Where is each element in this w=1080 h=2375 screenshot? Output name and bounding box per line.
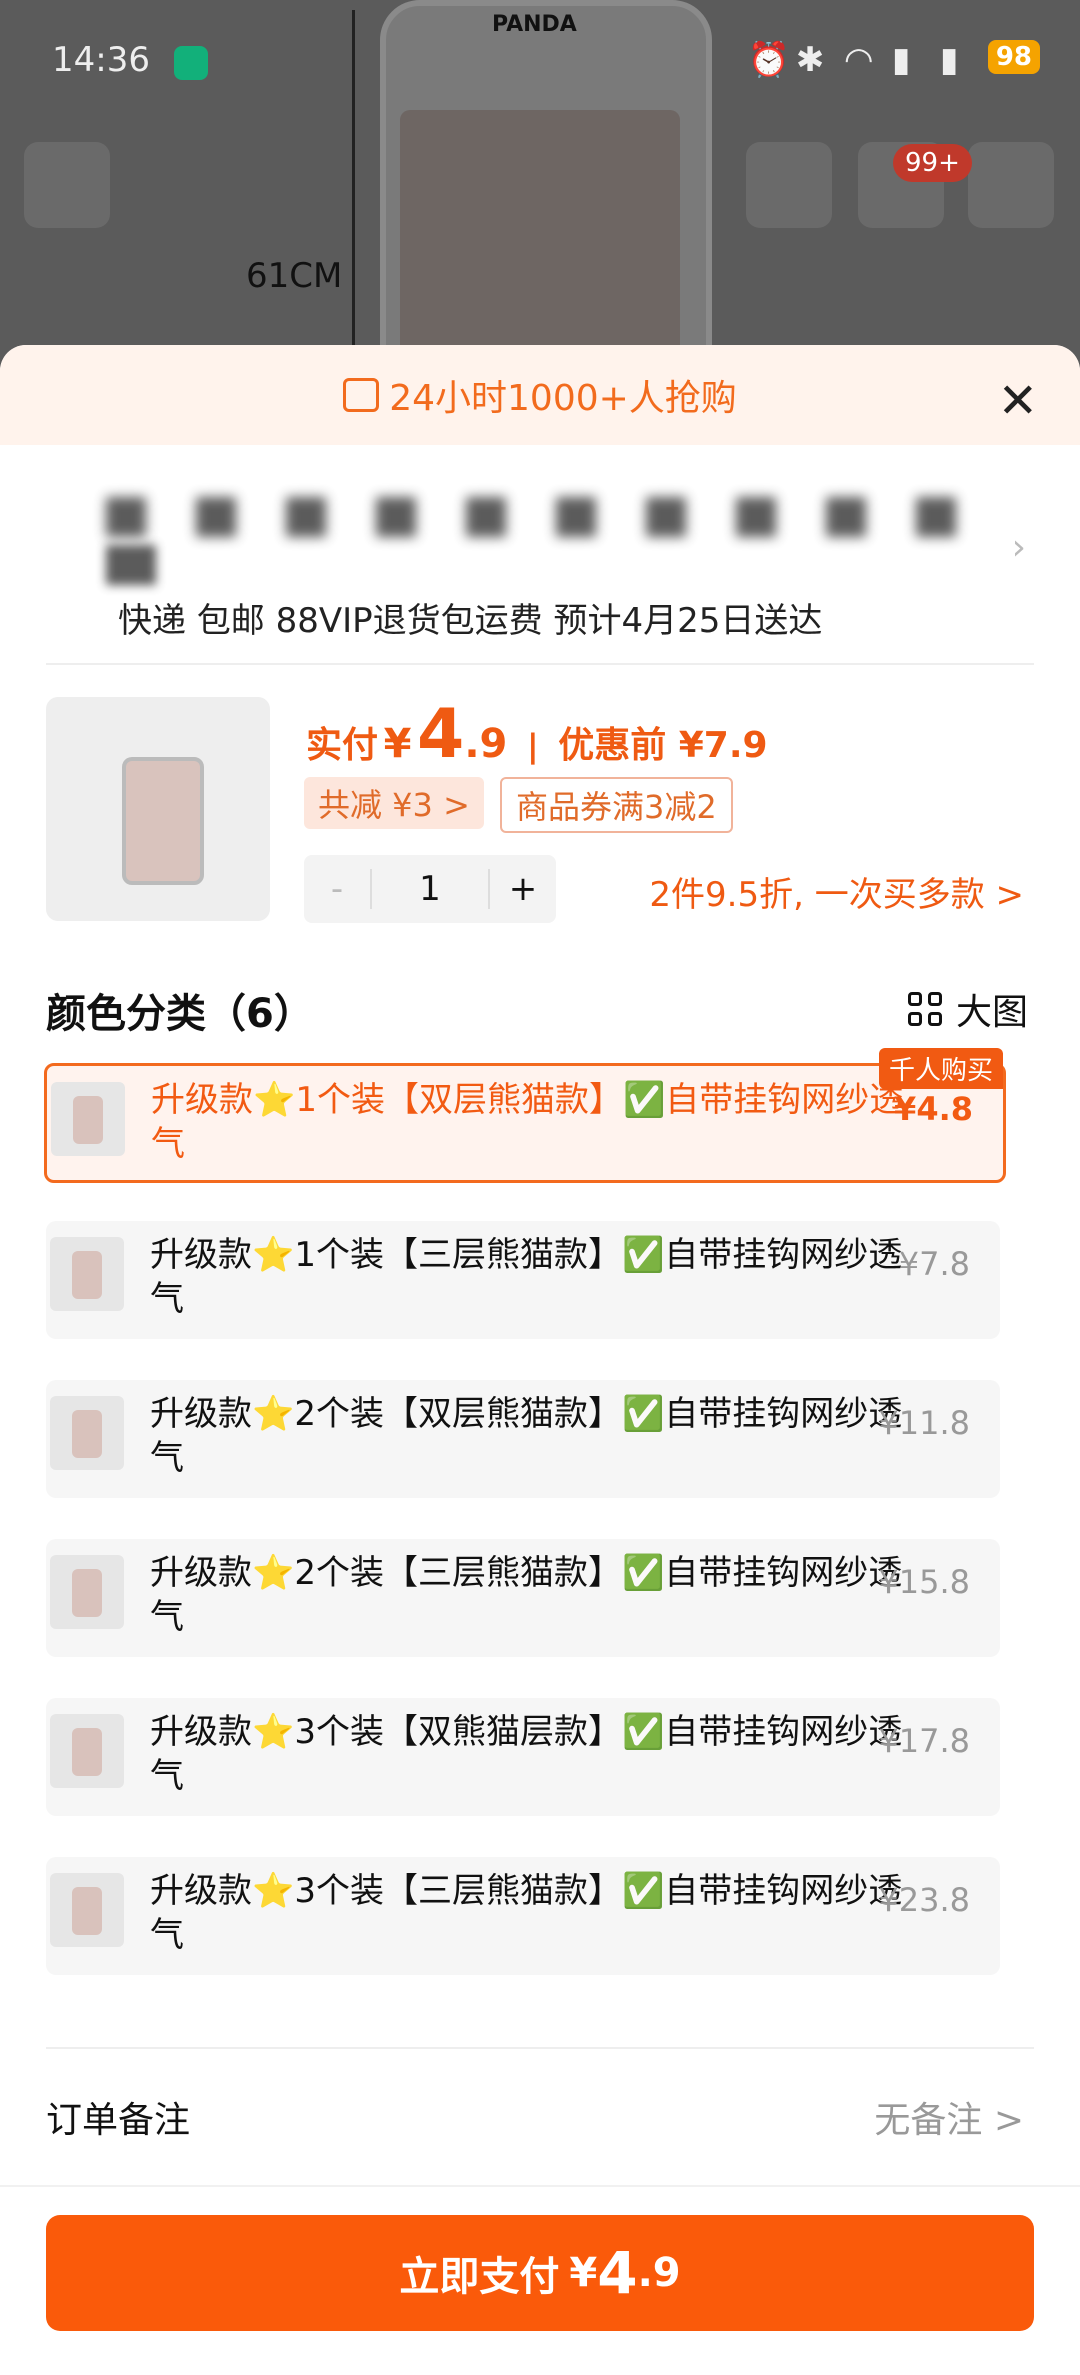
- option-thumbnail: [50, 1237, 124, 1311]
- increase-button[interactable]: +: [490, 869, 556, 909]
- bag-icon: [343, 378, 380, 412]
- coupon-chip: 商品券满3减2: [500, 777, 733, 833]
- original-price: 优惠前 ¥7.9: [558, 725, 768, 766]
- cart-badge: 99+: [893, 144, 972, 182]
- option-item-6[interactable]: 升级款⭐3个装【三层熊猫款】✅自带挂钩网纱透气 ¥23.8: [46, 1857, 1000, 1975]
- discount-chip[interactable]: 共减 ¥3 >: [304, 777, 484, 829]
- sku-sheet: 24小时1000+人抢购 ✕ › 快递 包邮 88VIP退货包运费 预计4月25…: [0, 345, 1080, 2375]
- option-label: 升级款⭐2个装【三层熊猫款】✅自带挂钩网纱透气: [150, 1553, 903, 1637]
- chevron-right-icon: ›: [1011, 527, 1026, 568]
- option-label: 升级款⭐1个装【双层熊猫款】✅自带挂钩网纱透气: [151, 1080, 904, 1164]
- option-item-3[interactable]: 升级款⭐2个装【双层熊猫款】✅自带挂钩网纱透气 ¥11.8: [46, 1380, 1000, 1498]
- price-row: 实付 ¥ 4.9 | 优惠前 ¥7.9: [306, 695, 768, 774]
- remark-value[interactable]: 无备注 >: [874, 2091, 1024, 2143]
- pay-label: 实付: [306, 725, 379, 766]
- bulk-offer-link[interactable]: 2件9.5折, 一次买多款 >: [649, 867, 1024, 916]
- option-label: 升级款⭐3个装【双熊猫层款】✅自带挂钩网纱透气: [150, 1712, 903, 1796]
- bluetooth-icon: ✱: [795, 40, 825, 80]
- brand-text: PANDA: [492, 12, 577, 37]
- option-thumbnail: [50, 1396, 124, 1470]
- pay-button-amount: 4: [597, 2239, 638, 2307]
- battery-indicator: 98: [987, 40, 1040, 74]
- pay-button-currency: ¥: [569, 2250, 598, 2296]
- option-label: 升级款⭐1个装【三层熊猫款】✅自带挂钩网纱透气: [150, 1235, 903, 1319]
- option-label: 升级款⭐3个装【三层熊猫款】✅自带挂钩网纱透气: [150, 1871, 903, 1955]
- back-button[interactable]: [24, 142, 110, 228]
- wifi-icon: ◠: [843, 40, 874, 80]
- promo-banner: 24小时1000+人抢购 ✕: [0, 345, 1080, 445]
- divider: [46, 663, 1034, 665]
- option-price: ¥11.8: [878, 1404, 970, 1442]
- banner-text: 24小时1000+人抢购: [389, 378, 737, 419]
- shipping-info: 快递 包邮 88VIP退货包运费 预计4月25日送达: [118, 601, 823, 641]
- option-item-4[interactable]: 升级款⭐2个装【三层熊猫款】✅自带挂钩网纱透气 ¥15.8: [46, 1539, 1000, 1657]
- signal-icon: ▮: [891, 40, 911, 80]
- status-time: 14:36: [52, 40, 150, 80]
- currency: ¥: [383, 721, 412, 767]
- option-price: ¥15.8: [878, 1563, 970, 1601]
- dimension-label: 61CM: [246, 256, 343, 296]
- decrease-button[interactable]: -: [304, 869, 370, 909]
- option-price: ¥7.8: [898, 1245, 970, 1283]
- section-title: 颜色分类（6）: [46, 991, 314, 1037]
- quantity-stepper: - 1 +: [304, 855, 556, 923]
- signal-icon-2: ▮: [939, 40, 959, 80]
- quantity-value[interactable]: 1: [370, 869, 490, 909]
- big-image-toggle[interactable]: 大图: [907, 983, 1028, 1035]
- option-thumbnail: [50, 1555, 124, 1629]
- share-button[interactable]: [746, 142, 832, 228]
- option-item-1[interactable]: 升级款⭐1个装【双层熊猫款】✅自带挂钩网纱透气 ¥4.8 千人购买: [44, 1048, 1006, 1183]
- hot-tag: 千人购买: [878, 1048, 1003, 1089]
- price-decimal: .9: [464, 721, 508, 767]
- pay-now-button[interactable]: 立即支付 ¥ 4.9: [46, 2215, 1034, 2331]
- status-bar: 14:36 ⏰ ✱ ◠ ▮ ▮ 98: [52, 40, 1040, 90]
- option-thumbnail: [50, 1873, 124, 1947]
- big-image-label: 大图: [955, 992, 1028, 1033]
- grid-icon: [907, 992, 942, 1026]
- alarm-icon: ⏰: [747, 40, 791, 80]
- divider: [46, 2047, 1034, 2049]
- option-price: ¥17.8: [878, 1722, 970, 1760]
- app-notification-icon: [174, 46, 208, 80]
- option-thumbnail: [50, 1714, 124, 1788]
- blurred-address-line2: [106, 545, 156, 585]
- price-amount: 4: [417, 695, 465, 774]
- divider: [0, 2185, 1080, 2187]
- option-item-5[interactable]: 升级款⭐3个装【双熊猫层款】✅自带挂钩网纱透气 ¥17.8: [46, 1698, 1000, 1816]
- option-thumbnail: [51, 1082, 125, 1156]
- pay-button-decimal: .9: [637, 2250, 681, 2296]
- thumbnail-item: [122, 757, 204, 885]
- option-price: ¥4.8: [894, 1090, 973, 1128]
- more-button[interactable]: [968, 142, 1054, 228]
- remark-label: 订单备注: [46, 2100, 191, 2141]
- product-mesh: [400, 110, 680, 370]
- option-item-2[interactable]: 升级款⭐1个装【三层熊猫款】✅自带挂钩网纱透气 ¥7.8: [46, 1221, 1000, 1339]
- pay-button-text: 立即支付: [399, 2254, 560, 2300]
- close-icon[interactable]: ✕: [998, 373, 1038, 429]
- option-label: 升级款⭐2个装【双层熊猫款】✅自带挂钩网纱透气: [150, 1394, 903, 1478]
- product-thumbnail[interactable]: [46, 697, 270, 921]
- blurred-address: [106, 497, 986, 537]
- price-separator: |: [526, 727, 539, 765]
- option-price: ¥23.8: [878, 1881, 970, 1919]
